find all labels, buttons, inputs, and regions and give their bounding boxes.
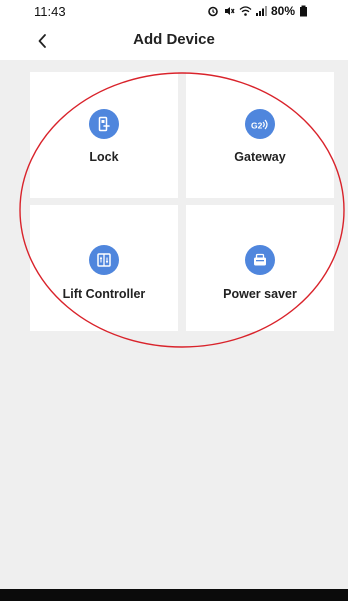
page-title: Add Device — [133, 31, 215, 48]
gateway-icon: G2 — [245, 109, 275, 139]
power-saver-icon — [245, 245, 275, 275]
signal-icon — [255, 6, 267, 16]
lift-controller-icon — [89, 245, 119, 275]
battery-icon — [300, 5, 307, 17]
gateway-label: Gateway — [234, 150, 286, 164]
lock-tile[interactable]: Lock — [30, 72, 178, 198]
status-icons: 80% — [207, 4, 308, 18]
navigation-bar: Add Device — [0, 24, 348, 58]
wifi-icon — [239, 6, 252, 16]
svg-text:G2: G2 — [251, 121, 263, 131]
lock-icon — [89, 109, 119, 139]
system-navigation-bar — [0, 589, 348, 601]
lift-controller-tile[interactable]: Lift Controller — [30, 205, 178, 331]
device-grid: Lock G2 Gateway Lift Controller Power sa… — [30, 72, 342, 332]
lock-label: Lock — [89, 150, 119, 164]
gateway-tile[interactable]: G2 Gateway — [186, 72, 334, 198]
lift-controller-label: Lift Controller — [62, 287, 146, 301]
power-saver-label: Power saver — [223, 287, 297, 301]
mute-icon — [224, 7, 235, 15]
alarm-icon — [208, 6, 218, 17]
status-time: 11:43 — [34, 4, 66, 19]
status-bar: 11:43 80% — [0, 0, 348, 22]
top-bar: 11:43 80% Add Device — [0, 0, 348, 60]
battery-percentage: 80% — [270, 4, 295, 18]
power-saver-tile[interactable]: Power saver — [186, 205, 334, 331]
